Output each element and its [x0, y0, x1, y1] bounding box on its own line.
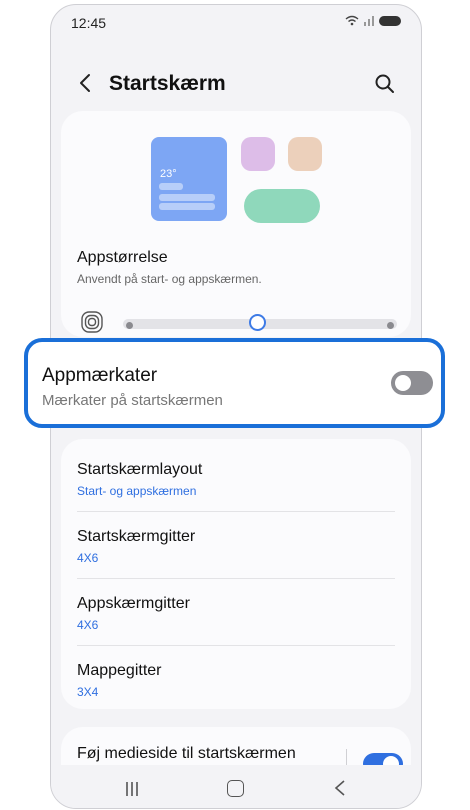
back-icon[interactable] — [333, 779, 347, 797]
setting-apps-grid[interactable]: Appskærmgitter 4X6 — [77, 595, 395, 632]
setting-value: Start- og appskærmen — [77, 484, 197, 498]
slider-thumb[interactable] — [249, 314, 266, 331]
setting-home-layout[interactable]: Startskærmlayout Start- og appskærmen — [77, 461, 395, 498]
setting-value: 4X6 — [77, 618, 99, 632]
setting-title: Startskærmlayout — [77, 461, 203, 478]
app-preview-green — [244, 189, 320, 223]
app-labels-subtitle: Mærkater på startskærmen — [42, 392, 223, 409]
widget-temp: 23° — [160, 168, 177, 180]
home-preview: 23° — [61, 111, 411, 241]
status-time: 12:45 — [71, 15, 107, 31]
app-size-icon — [81, 311, 103, 333]
setting-value: 4X6 — [77, 551, 99, 565]
wifi-icon — [345, 15, 359, 26]
setting-title: Startskærmgitter — [77, 528, 196, 545]
page-title: Startskærm — [109, 72, 226, 95]
layout-settings-card: Startskærmlayout Start- og appskærmen St… — [61, 439, 411, 709]
status-bar: 12:45 — [51, 5, 421, 41]
setting-title: Appskærmgitter — [77, 595, 190, 612]
app-labels-title: Appmærkater — [42, 365, 158, 386]
setting-home-grid[interactable]: Startskærmgitter 4X6 — [77, 528, 395, 565]
app-size-slider[interactable] — [123, 314, 397, 331]
header: Startskærm — [51, 63, 421, 107]
setting-title: Mappegitter — [77, 662, 162, 679]
search-icon[interactable] — [373, 72, 397, 96]
app-size-card: 23° Appstørrelse Anvendt på start- og ap… — [61, 111, 411, 337]
signal-icon — [364, 16, 374, 26]
app-preview-purple — [241, 137, 275, 171]
app-size-label: Appstørrelse — [77, 249, 168, 266]
back-arrow-icon[interactable] — [75, 71, 97, 95]
setting-folder-grid[interactable]: Mappegitter 3X4 — [77, 662, 395, 699]
setting-value: 3X4 — [77, 685, 99, 699]
navigation-bar — [51, 765, 421, 808]
weather-widget-preview: 23° — [151, 137, 227, 221]
home-icon[interactable] — [227, 780, 244, 797]
media-page-title: Føj medieside til startskærmen — [77, 745, 296, 762]
app-preview-peach — [288, 137, 322, 171]
recents-icon[interactable] — [124, 781, 140, 797]
app-labels-toggle[interactable] — [391, 371, 433, 395]
battery-icon — [379, 15, 401, 26]
app-size-description: Anvendt på start- og appskærmen. — [77, 272, 262, 286]
app-labels-setting[interactable]: Appmærkater Mærkater på startskærmen — [24, 338, 445, 428]
